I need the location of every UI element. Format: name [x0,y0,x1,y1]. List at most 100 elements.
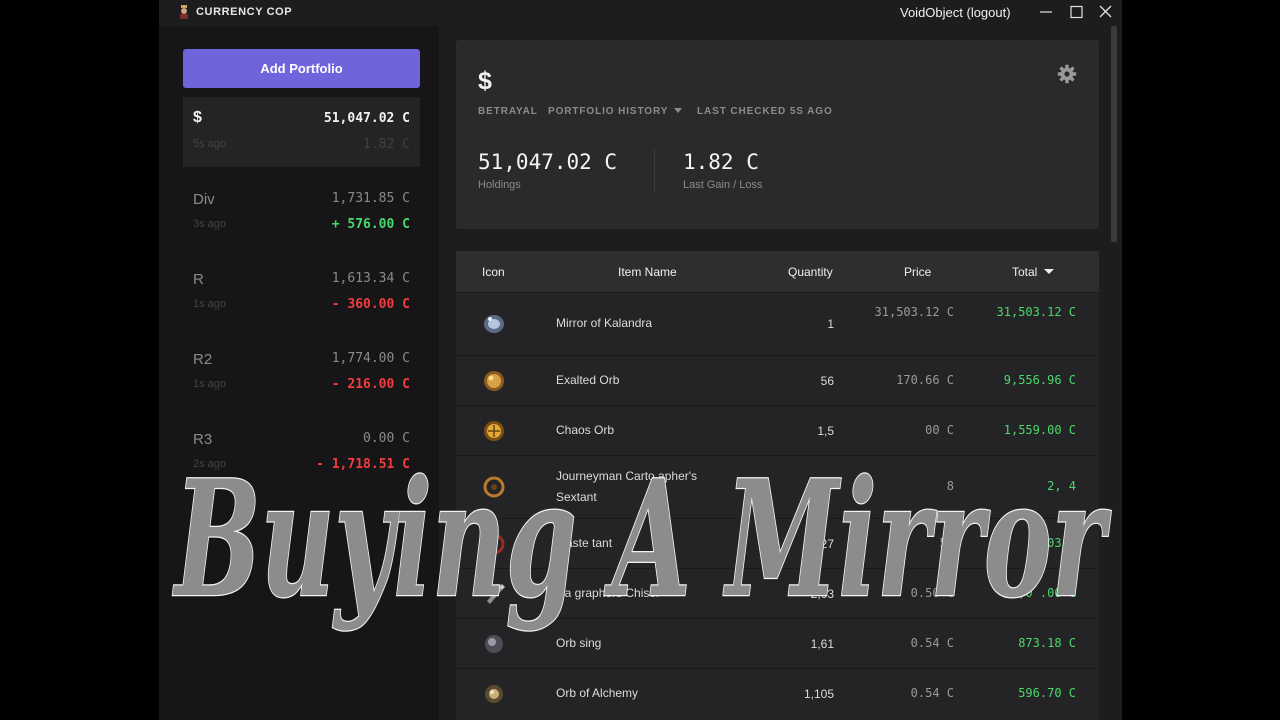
portfolio-name: R3 [193,431,213,448]
sextant-icon [483,476,505,498]
table-row[interactable]: Chaos Orb 1,5 00 C 1,559.00 C [456,405,1099,455]
item-price: 55 [939,536,954,550]
exalted-orb-icon [484,371,504,391]
table-row[interactable]: Maste tant 27 55 1,03 5 [456,518,1099,568]
last-gain-label: Last Gain / Loss [683,179,763,191]
item-price: 31,503.12 C [874,305,954,319]
portfolio-name: Div [193,191,215,208]
portfolio-title: $ [478,67,492,95]
portfolio-history-label: PORTFOLIO HISTORY [548,106,669,117]
item-price: 170.66 C [896,373,954,387]
table-row[interactable]: Exalted Orb 56 170.66 C 9,556.96 C [456,355,1099,405]
item-name: Mirror of Kalandra [556,316,653,330]
item-quantity: 27 [820,537,834,551]
item-name: Maste tant [556,536,613,550]
last-gain-value: 1.82 C [683,150,759,174]
cartographers-chisel-icon [487,584,505,604]
portfolio-updated-ago: 2s ago [193,458,227,470]
portfolio-gain: - 216.00 C [331,377,410,392]
add-portfolio-button[interactable]: Add Portfolio [183,49,420,88]
portfolio-history-dropdown[interactable]: PORTFOLIO HISTORY [548,106,683,117]
column-header-quantity[interactable]: Quantity [788,265,833,279]
gear-icon[interactable] [1057,64,1077,84]
portfolio-summary-card: $ BETRAYAL PORTFOLIO HISTORY LAST CHECKE… [456,40,1099,229]
item-quantity: 1,105 [803,687,834,701]
item-total: 9,556.96 C [1003,373,1076,387]
sextant-icon [483,533,505,555]
item-quantity: 67 [820,480,834,494]
portfolio-value: 1,774.00 C [331,351,410,366]
table-row[interactable]: Orb of Alchemy 1,105 0.54 C 596.70 C [456,668,1099,718]
column-header-item-name[interactable]: Item Name [618,265,677,279]
portfolio-name: R [193,271,204,288]
title-bar: CURRENCY COP VoidObject (logout) [159,0,1122,26]
currency-cop-window: CURRENCY COP VoidObject (logout) Add Por… [159,0,1122,720]
portfolio-value: 1,613.34 C [331,271,410,286]
item-name: Orb of Alchemy [556,686,639,700]
item-total: 1,559.00 C [1003,423,1076,437]
portfolio-updated-ago: 1s ago [193,298,227,310]
item-quantity: 2,03 [810,587,834,601]
portfolio-item[interactable]: Div 1,731.85 C 3s ago + 576.00 C [183,177,420,247]
last-checked-label: LAST CHECKED 5S AGO [697,106,833,117]
item-quantity: 1,61 [810,637,834,651]
portfolio-item[interactable]: R 1,613.34 C 1s ago - 360.00 C [183,257,420,327]
portfolio-value: 0.00 C [363,431,410,446]
minimize-icon[interactable] [1035,3,1057,23]
portfolio-updated-ago: 1s ago [193,378,227,390]
table-header: Icon Item Name Quantity Price Total [456,251,1099,292]
item-name: Journeyman Carto apher's Sextant [556,469,698,504]
stat-divider [654,149,655,191]
item-quantity: 1,5 [817,424,834,438]
portfolio-gain: - 1,718.51 C [316,457,410,472]
item-price: 0.50 C [910,586,954,600]
portfolio-item[interactable]: R2 1,774.00 C 1s ago - 216.00 C [183,337,420,407]
item-total: 873.18 C [1018,636,1076,650]
column-header-total[interactable]: Total [1012,265,1055,279]
item-quantity: 56 [820,374,834,388]
item-price: 00 C [925,423,954,437]
table-row[interactable]: Mirror of Kalandra 1 31,503.12 C 31,503.… [456,292,1099,355]
currency-cop-logo-icon [180,5,188,19]
table-row[interactable]: Orb sing 1,61 0.54 C 873.18 C [456,618,1099,668]
portfolio-value: 51,047.02 C [323,111,410,126]
column-header-icon[interactable]: Icon [482,265,505,279]
close-icon[interactable] [1095,3,1117,23]
user-logout-link[interactable]: VoidObject (logout) [900,5,1011,20]
portfolio-gain: + 576.00 C [331,217,410,232]
orb-of-fusing-icon [485,635,503,653]
item-quantity: 1 [827,317,834,331]
item-name: Chaos Orb [556,423,615,437]
portfolio-value: 1,731.85 C [331,191,410,206]
portfolio-updated-ago: 5s ago [193,138,227,150]
item-total: 31,503.12 C [996,305,1076,319]
portfolio-name: $ [193,109,202,126]
mirror-of-kalandra-icon [484,315,504,333]
item-total: 1,03 5 [1032,536,1076,550]
table-row[interactable]: Ca graphers Chisel 2,03 0.50 C 1,0 .00 C [456,568,1099,618]
app-title: CURRENCY COP [196,6,293,18]
portfolio-name: R2 [193,351,213,368]
item-price: 0.54 C [910,686,954,700]
chevron-down-icon [674,108,683,113]
portfolio-item[interactable]: $ 51,047.02 C 5s ago 1.82 C [183,97,420,167]
column-header-price[interactable]: Price [904,265,931,279]
orb-of-alchemy-icon [485,685,503,703]
item-total: 1,0 .00 C [1010,586,1076,600]
portfolio-gain: 1.82 C [363,137,410,152]
scrollbar[interactable] [1111,26,1117,242]
item-name: Orb sing [556,636,602,650]
portfolio-gain: - 360.00 C [331,297,410,312]
item-total: 596.70 C [1018,686,1076,700]
item-total: 2, 4 [1047,479,1076,493]
column-header-total-label: Total [1012,265,1038,279]
portfolio-item[interactable]: R3 0.00 C 2s ago - 1,718.51 C [183,417,420,487]
chaos-orb-icon [484,421,504,441]
holdings-value: 51,047.02 C [478,150,618,174]
portfolio-sidebar: Add Portfolio $ 51,047.02 C 5s ago 1.82 … [159,26,439,720]
maximize-icon[interactable] [1065,3,1087,23]
holdings-label: Holdings [478,179,521,191]
league-label: BETRAYAL [478,106,538,117]
item-name: Exalted Orb [556,373,620,387]
table-row[interactable]: Journeyman Carto apher's Sextant 67 8 2,… [456,455,1099,518]
